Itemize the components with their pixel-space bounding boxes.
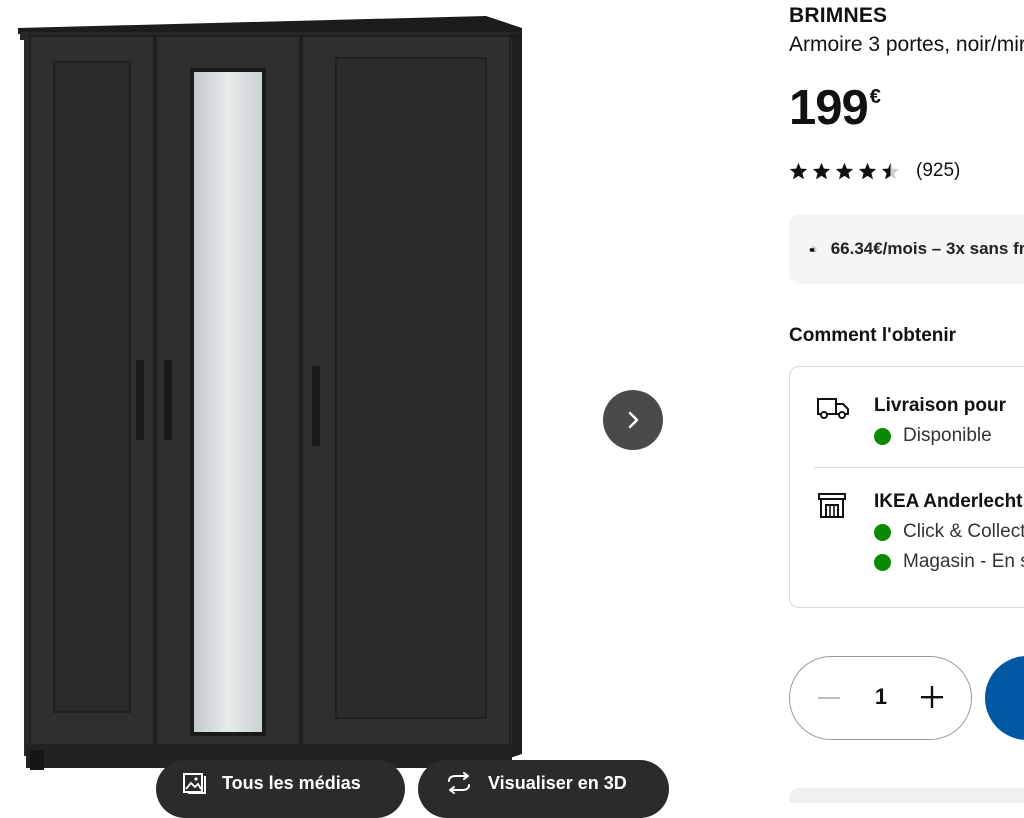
truck-icon (816, 395, 850, 426)
click-collect-status: Click & Collect (874, 521, 1024, 543)
available-dot (874, 553, 891, 571)
product-description: Armoire 3 portes, noir/miroir (789, 33, 1024, 56)
decrease-quantity-button[interactable] (816, 685, 842, 711)
star-icon (789, 162, 808, 180)
minus-icon (818, 697, 840, 699)
financing-banner[interactable]: 66.34€/mois – 3x sans frais (789, 214, 1024, 284)
carousel-next-button[interactable] (603, 390, 663, 450)
star-icon (835, 162, 854, 180)
price-value: 199 (789, 81, 869, 135)
increase-quantity-button[interactable] (918, 683, 946, 711)
image-gallery-icon (182, 772, 208, 794)
star-icon (858, 162, 877, 180)
chevron-right-icon (628, 411, 639, 429)
in-store-status: Magasin - En stock (874, 551, 1024, 573)
half-star-icon (881, 162, 900, 180)
product-price: 199 € (789, 80, 881, 136)
product-info-panel: BRIMNES Armoire 3 portes, noir/miroir 19… (789, 0, 1024, 803)
quantity-stepper: 1 (789, 656, 972, 740)
in-store-text: Magasin - En stock (903, 551, 1024, 572)
fulfillment-heading: Comment l'obtenir (789, 325, 957, 346)
star-icon (812, 162, 831, 180)
plus-icon (921, 686, 943, 708)
quantity-value[interactable]: 1 (870, 684, 892, 710)
delivery-status-text: Disponible (903, 425, 992, 446)
divider (814, 467, 1024, 468)
available-dot (874, 523, 891, 541)
next-section-card (789, 788, 1024, 803)
rating-count: (925) (916, 160, 961, 181)
delivery-title[interactable]: Livraison pour (874, 395, 1006, 417)
product-media-gallery: Tous les médias Visualiser en 3D (0, 0, 760, 818)
view-3d-label: Visualiser en 3D (488, 772, 627, 793)
all-media-button[interactable]: Tous les médias (156, 760, 405, 818)
product-image[interactable] (16, 14, 526, 784)
price-currency: € (869, 86, 881, 108)
piggy-bank-icon (809, 246, 817, 253)
delivery-status: Disponible (874, 425, 992, 447)
add-to-cart-button[interactable] (985, 656, 1024, 740)
product-rating[interactable]: (925) (789, 160, 960, 182)
product-name: BRIMNES (789, 4, 888, 27)
all-media-label: Tous les médias (222, 772, 361, 793)
store-icon (816, 491, 848, 524)
rating-stars (789, 162, 900, 180)
financing-text: 66.34€/mois – 3x sans frais (830, 239, 1024, 258)
fulfillment-options: Livraison pour Disponible IKEA Anderlech… (789, 366, 1024, 608)
view-3d-button[interactable]: Visualiser en 3D (418, 760, 669, 818)
store-title[interactable]: IKEA Anderlecht (874, 491, 1023, 513)
click-collect-text: Click & Collect (903, 521, 1024, 542)
available-dot (874, 427, 891, 445)
rotate-3d-icon (444, 772, 474, 794)
